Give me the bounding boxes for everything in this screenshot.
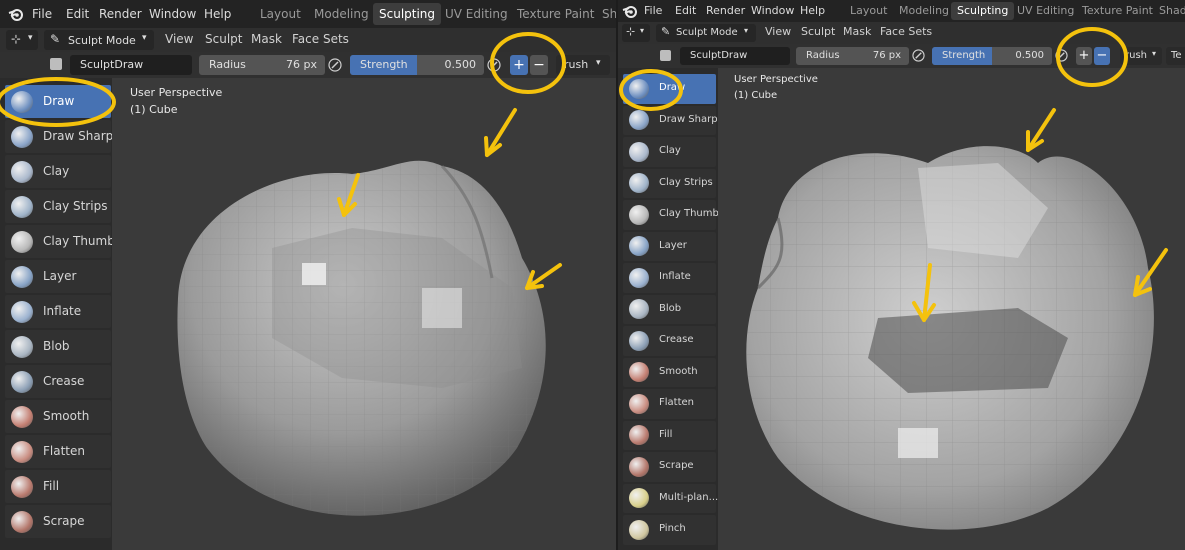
strength-value: 0.500 [1015,50,1044,61]
strength-label: Strength [360,58,408,71]
highlight-circle-draw [619,69,683,111]
highlight-circle-buttons [490,32,566,94]
right-screenshot-pane: File Edit Render Window Help Layout Mode… [618,0,1185,550]
highlight-circle-draw [0,77,116,127]
arrow-icon [912,108,1168,322]
highlight-circle-buttons [1056,27,1128,87]
annotation-overlay [0,32,566,290]
arrow-icon [337,108,562,290]
strength-value: 0.500 [444,58,477,71]
strength-label: Strength [942,50,986,61]
annotation-overlay [619,27,1168,322]
left-screenshot-pane: File Edit Render Window Help Layout Mode… [0,0,616,550]
